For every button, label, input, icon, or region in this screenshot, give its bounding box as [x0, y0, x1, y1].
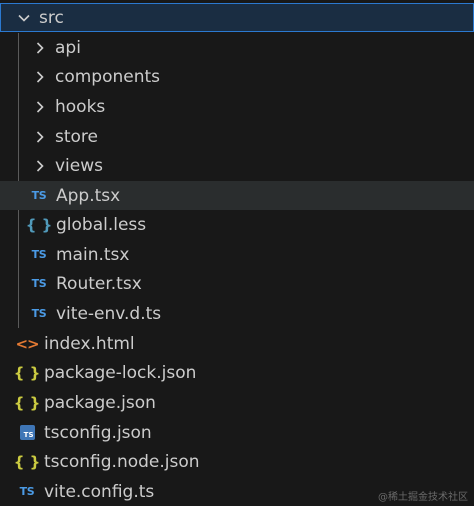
chevron-right-icon — [33, 130, 47, 144]
file-label-tsconfig-json: tsconfig.json — [44, 422, 152, 443]
file-app-tsx[interactable]: TS App.tsx — [0, 181, 474, 210]
json-icon: { } — [13, 452, 41, 471]
typescript-icon: TS — [31, 277, 47, 290]
chevron-right-icon — [33, 159, 47, 173]
file-label-package-lock-json: package-lock.json — [44, 362, 197, 383]
file-label-global-less: global.less — [56, 214, 147, 235]
file-label-app-tsx: App.tsx — [56, 185, 121, 206]
folder-label-components: components — [55, 66, 161, 87]
folder-api[interactable]: api — [0, 33, 474, 62]
typescript-icon: TS — [19, 485, 35, 498]
typescript-icon: TS — [31, 307, 47, 320]
file-vite-env-d-ts[interactable]: TS vite-env.d.ts — [0, 299, 474, 328]
folder-components[interactable]: components — [0, 62, 474, 91]
file-label-index-html: index.html — [44, 333, 135, 354]
file-label-vite-env-d-ts: vite-env.d.ts — [56, 303, 162, 324]
folder-hooks[interactable]: hooks — [0, 92, 474, 121]
typescript-icon: TS — [31, 189, 47, 202]
folder-src[interactable]: src — [0, 3, 474, 32]
chevron-right-icon — [33, 41, 47, 55]
folder-label-hooks: hooks — [55, 96, 106, 117]
watermark: @稀土掘金技术社区 — [378, 492, 468, 503]
file-main-tsx[interactable]: TS main.tsx — [0, 240, 474, 269]
json-icon: { } — [13, 363, 41, 382]
file-label-tsconfig-node-json: tsconfig.node.json — [44, 451, 200, 472]
less-icon: { } — [25, 215, 53, 234]
file-tsconfig-json[interactable]: TS tsconfig.json — [0, 418, 474, 447]
file-global-less[interactable]: { } global.less — [0, 210, 474, 239]
folder-label-src: src — [39, 7, 64, 28]
file-package-lock-json[interactable]: { } package-lock.json — [0, 358, 474, 387]
file-tsconfig-node-json[interactable]: { } tsconfig.node.json — [0, 447, 474, 476]
tsconfig-icon: TS — [17, 424, 37, 442]
file-package-json[interactable]: { } package.json — [0, 388, 474, 417]
folder-label-store: store — [55, 126, 98, 147]
file-label-vite-config-ts: vite.config.ts — [44, 481, 155, 502]
file-router-tsx[interactable]: TS Router.tsx — [0, 269, 474, 298]
folder-label-views: views — [55, 155, 104, 176]
file-explorer-tree: src api components hooks store views TS — [0, 0, 474, 505]
folder-views[interactable]: views — [0, 151, 474, 180]
file-index-html[interactable]: <> index.html — [0, 329, 474, 358]
html-icon: <> — [15, 334, 39, 353]
folder-store[interactable]: store — [0, 122, 474, 151]
json-icon: { } — [13, 393, 41, 412]
chevron-right-icon — [33, 100, 47, 114]
file-label-package-json: package.json — [44, 392, 156, 413]
file-label-main-tsx: main.tsx — [56, 244, 130, 265]
folder-label-api: api — [55, 37, 81, 58]
chevron-down-icon — [17, 11, 31, 25]
chevron-right-icon — [33, 70, 47, 84]
typescript-icon: TS — [31, 248, 47, 261]
file-label-router-tsx: Router.tsx — [56, 273, 142, 294]
